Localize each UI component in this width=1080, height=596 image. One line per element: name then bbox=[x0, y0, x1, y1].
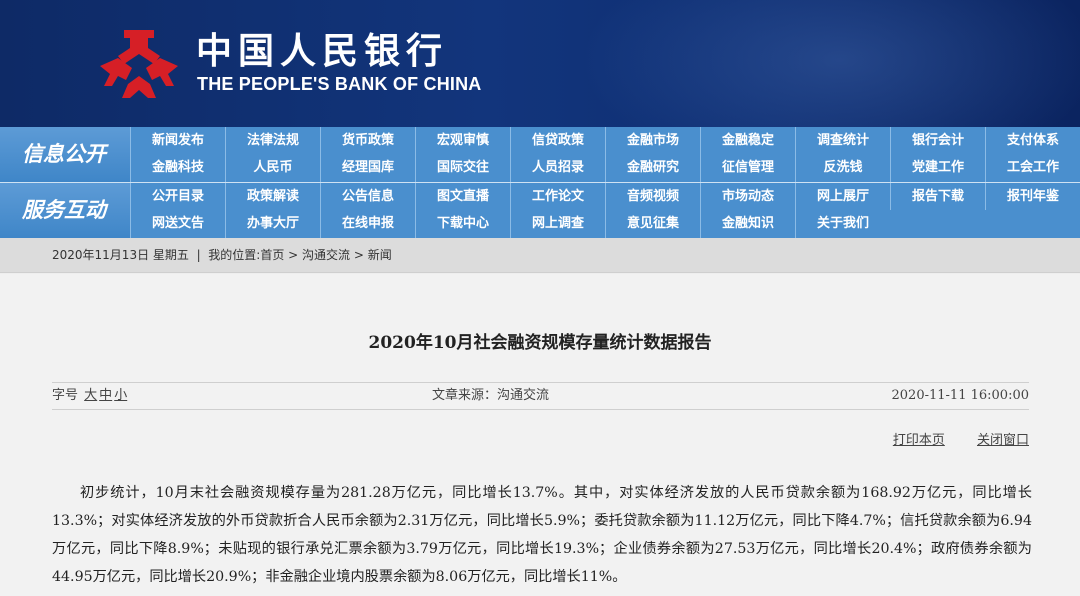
nav-item[interactable]: 公开目录 bbox=[130, 183, 225, 210]
article-title: 2020年10月社会融资规模存量统计数据报告 bbox=[368, 333, 712, 353]
nav-item[interactable]: 党建工作 bbox=[890, 154, 985, 182]
nav-section-info: 信息公开 新闻发布 法律法规 货币政策 宏观审慎 信贷政策 金融市场 金融稳定 … bbox=[0, 127, 1080, 182]
font-size-large[interactable]: 大 bbox=[84, 388, 97, 403]
nav-item[interactable]: 宏观审慎 bbox=[415, 127, 510, 154]
breadcrumb-arrow: > bbox=[288, 248, 299, 262]
breadcrumb-link-news[interactable]: 新闻 bbox=[368, 248, 392, 262]
banner-glow bbox=[580, 0, 1080, 127]
article-meta: 字号 大中小 文章来源：沟通交流 2020-11-11 16:00:00 bbox=[52, 382, 1029, 410]
nav-grid: 新闻发布 法律法规 货币政策 宏观审慎 信贷政策 金融市场 金融稳定 调查统计 … bbox=[130, 127, 1080, 182]
breadcrumb-separator bbox=[201, 248, 205, 262]
nav-section-label: 信息公开 bbox=[0, 127, 130, 182]
nav-item[interactable]: 意见征集 bbox=[605, 210, 700, 238]
breadcrumb: 2020年11月13日 星期五 | 我的位置:首页 > 沟通交流 > 新闻 bbox=[0, 238, 1080, 273]
nav-item[interactable]: 经理国库 bbox=[320, 154, 415, 182]
nav-item[interactable]: 办事大厅 bbox=[225, 210, 320, 238]
nav-row: 金融科技 人民币 经理国库 国际交往 人员招录 金融研究 征信管理 反洗钱 党建… bbox=[130, 154, 1080, 182]
breadcrumb-link-home[interactable]: 首页 bbox=[260, 248, 284, 262]
nav-item[interactable]: 公告信息 bbox=[320, 183, 415, 210]
font-size-control: 字号 大中小 bbox=[52, 383, 127, 409]
article-area: 2020年10月社会融资规模存量统计数据报告 字号 大中小 文章来源：沟通交流 … bbox=[0, 274, 1080, 596]
font-size-medium[interactable]: 中 bbox=[99, 388, 112, 403]
header-banner: 中国人民银行 THE PEOPLE'S BANK OF CHINA bbox=[0, 0, 1080, 127]
nav-item[interactable]: 征信管理 bbox=[700, 154, 795, 182]
nav-item[interactable]: 音频视频 bbox=[605, 183, 700, 210]
nav-item[interactable]: 金融研究 bbox=[605, 154, 700, 182]
pboc-emblem-icon[interactable] bbox=[96, 26, 182, 102]
nav-item[interactable]: 金融知识 bbox=[700, 210, 795, 238]
nav-item[interactable]: 支付体系 bbox=[985, 127, 1080, 154]
nav-item[interactable]: 法律法规 bbox=[225, 127, 320, 154]
article-source: 文章来源：沟通交流 bbox=[432, 388, 550, 403]
nav-item[interactable]: 金融稳定 bbox=[700, 127, 795, 154]
nav-section-service: 服务互动 公开目录 政策解读 公告信息 图文直播 工作论文 音频视频 市场动态 … bbox=[0, 183, 1080, 238]
main-nav: 信息公开 新闻发布 法律法规 货币政策 宏观审慎 信贷政策 金融市场 金融稳定 … bbox=[0, 127, 1080, 238]
nav-item[interactable]: 工作论文 bbox=[510, 183, 605, 210]
breadcrumb-link-communication[interactable]: 沟通交流 bbox=[302, 248, 350, 262]
bank-name-en[interactable]: THE PEOPLE'S BANK OF CHINA bbox=[197, 74, 482, 94]
nav-item[interactable]: 政策解读 bbox=[225, 183, 320, 210]
nav-item[interactable]: 银行会计 bbox=[890, 127, 985, 154]
nav-grid: 公开目录 政策解读 公告信息 图文直播 工作论文 音频视频 市场动态 网上展厅 … bbox=[130, 183, 1080, 238]
nav-item[interactable]: 市场动态 bbox=[700, 183, 795, 210]
article-datetime: 2020-11-11 16:00:00 bbox=[891, 388, 1029, 403]
nav-item[interactable]: 货币政策 bbox=[320, 127, 415, 154]
nav-item[interactable]: 人民币 bbox=[225, 154, 320, 182]
article-actions: 打印本页 关闭窗口 bbox=[865, 429, 1029, 448]
print-button[interactable]: 打印本页 bbox=[893, 433, 945, 448]
nav-item[interactable]: 金融市场 bbox=[605, 127, 700, 154]
nav-item[interactable]: 报刊年鉴 bbox=[985, 183, 1080, 210]
nav-item[interactable]: 人员招录 bbox=[510, 154, 605, 182]
close-window-button[interactable]: 关闭窗口 bbox=[977, 433, 1029, 448]
location-label: 我的位置: bbox=[208, 248, 261, 262]
nav-row: 网送文告 办事大厅 在线申报 下载中心 网上调查 意见征集 金融知识 关于我们 bbox=[130, 210, 1080, 238]
nav-item[interactable]: 关于我们 bbox=[795, 210, 890, 238]
nav-item[interactable]: 信贷政策 bbox=[510, 127, 605, 154]
nav-item[interactable]: 金融科技 bbox=[130, 154, 225, 182]
bank-name-cn[interactable]: 中国人民银行 bbox=[196, 32, 448, 72]
nav-item[interactable]: 网上调查 bbox=[510, 210, 605, 238]
nav-row: 公开目录 政策解读 公告信息 图文直播 工作论文 音频视频 市场动态 网上展厅 … bbox=[130, 183, 1080, 210]
current-date: 2020年11月13日 星期五 bbox=[52, 248, 189, 262]
nav-item[interactable]: 在线申报 bbox=[320, 210, 415, 238]
nav-item[interactable]: 报告下载 bbox=[890, 183, 985, 210]
nav-item[interactable]: 网送文告 bbox=[130, 210, 225, 238]
nav-row: 新闻发布 法律法规 货币政策 宏观审慎 信贷政策 金融市场 金融稳定 调查统计 … bbox=[130, 127, 1080, 154]
nav-item[interactable]: 网上展厅 bbox=[795, 183, 890, 210]
nav-section-label: 服务互动 bbox=[0, 183, 130, 238]
article-body: 初步统计，10月末社会融资规模存量为281.28万亿元，同比增长13.7%。其中… bbox=[52, 485, 1032, 585]
font-size-small[interactable]: 小 bbox=[114, 388, 127, 403]
font-size-label: 字号 bbox=[52, 388, 79, 403]
nav-item[interactable]: 下载中心 bbox=[415, 210, 510, 238]
breadcrumb-arrow: > bbox=[353, 248, 364, 262]
nav-item[interactable]: 反洗钱 bbox=[795, 154, 890, 182]
nav-item[interactable]: 新闻发布 bbox=[130, 127, 225, 154]
nav-item[interactable]: 图文直播 bbox=[415, 183, 510, 210]
nav-item[interactable]: 调查统计 bbox=[795, 127, 890, 154]
nav-item[interactable]: 工会工作 bbox=[985, 154, 1080, 182]
nav-item[interactable]: 国际交往 bbox=[415, 154, 510, 182]
